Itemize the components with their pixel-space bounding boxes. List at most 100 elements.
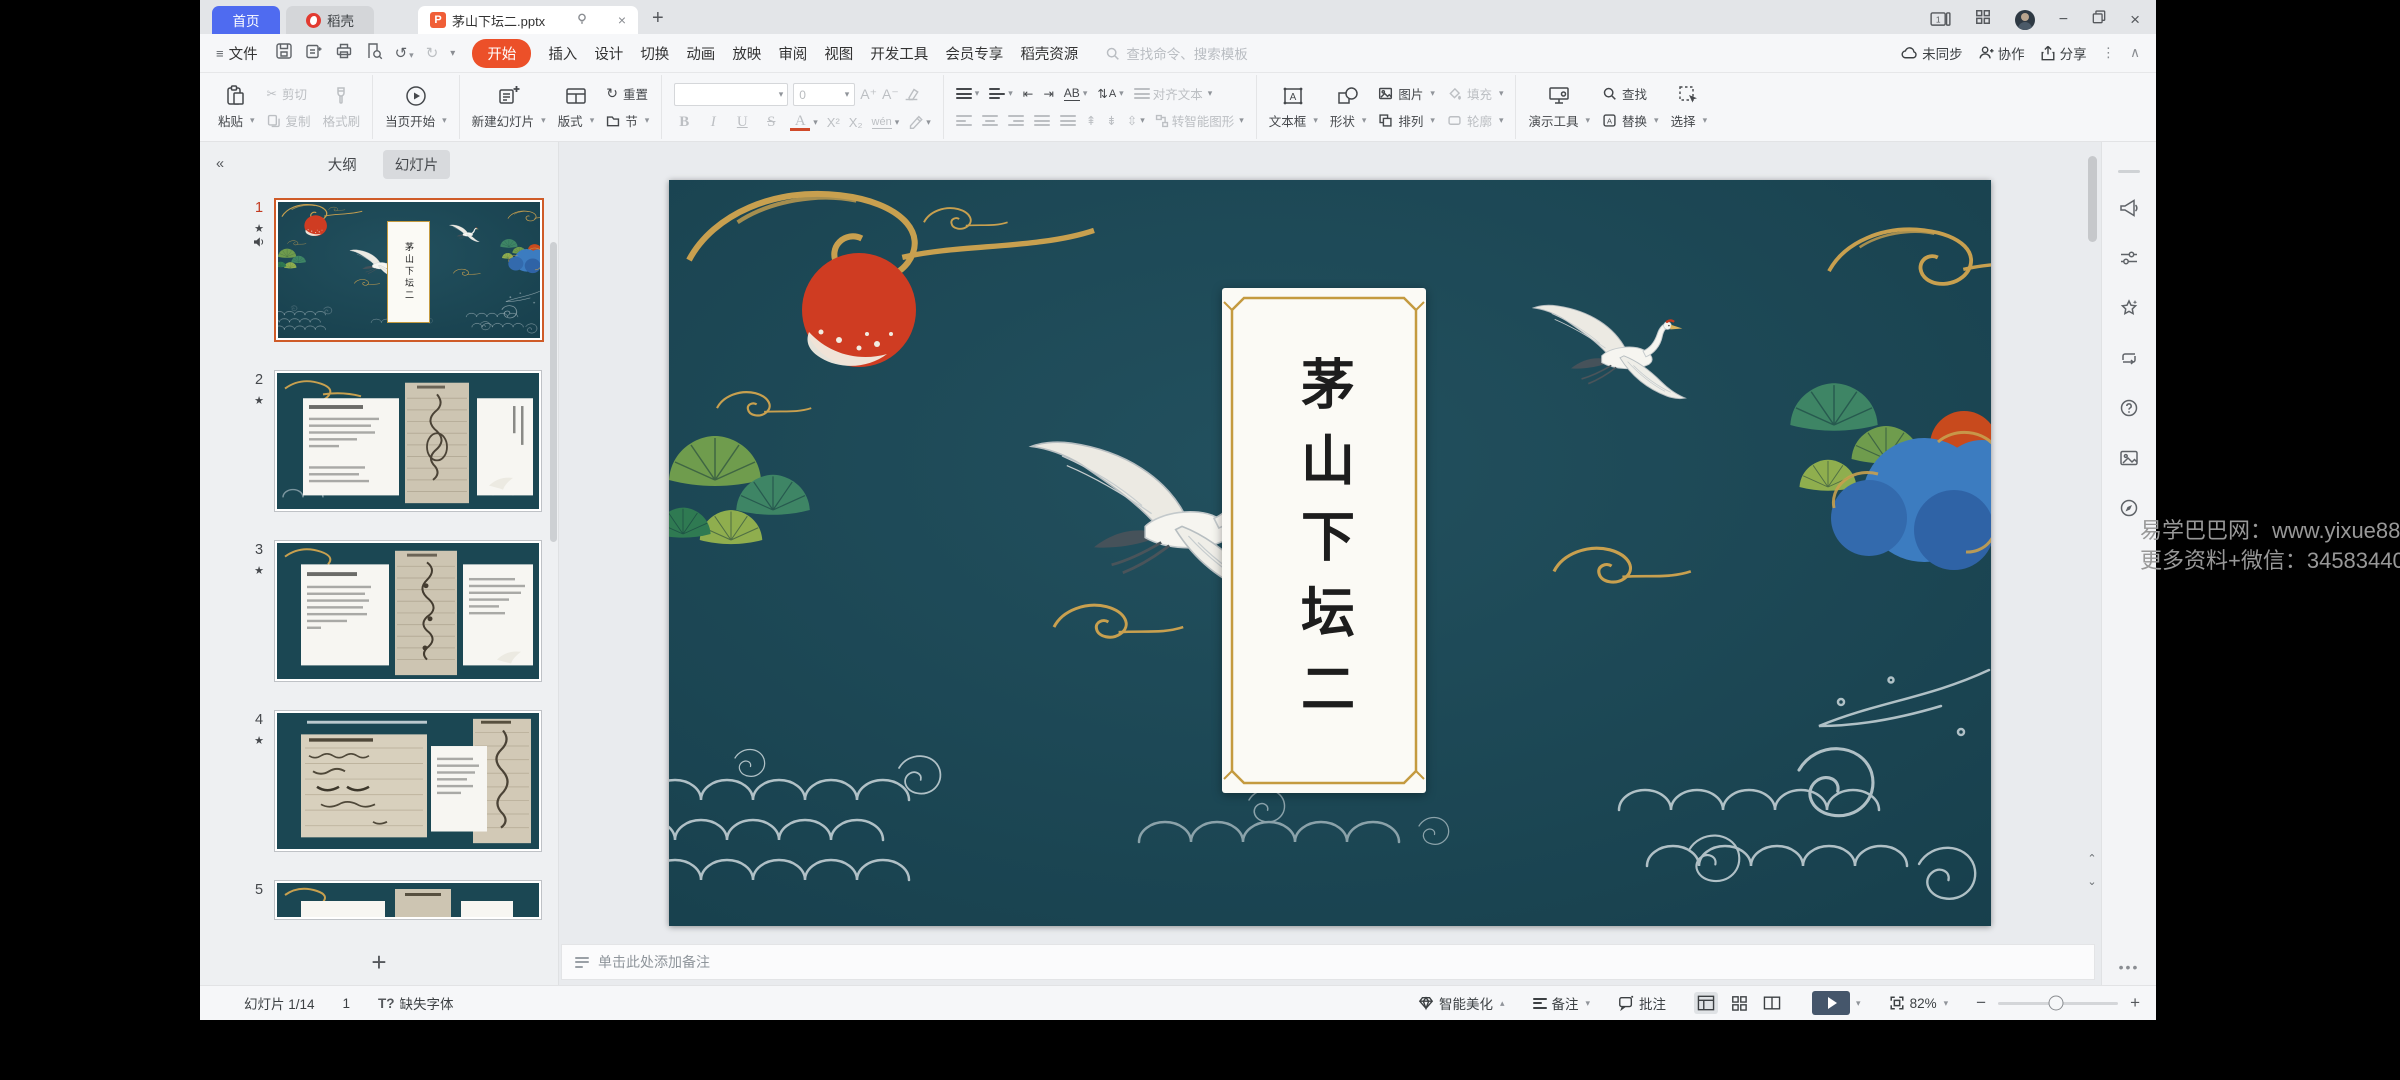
slide-canvas-region[interactable]: 茅山下坛二 ⌃ ⌄: [559, 142, 2101, 942]
copy-button[interactable]: 复制: [267, 111, 311, 130]
slide-title-frame[interactable]: 茅山下坛二: [1222, 288, 1426, 793]
beautify-star-icon[interactable]: [2119, 298, 2139, 323]
paste-button[interactable]: 粘贴▾: [218, 85, 255, 130]
compass-icon[interactable]: [2119, 498, 2139, 523]
superscript-button[interactable]: X²: [827, 115, 840, 130]
zoom-percent[interactable]: 82%: [1910, 996, 1937, 1011]
collaborate-button[interactable]: 协作: [1978, 43, 2025, 63]
font-name-dropdown[interactable]: ▾: [674, 83, 788, 106]
hanging-indent-icon[interactable]: ⇟: [1106, 113, 1116, 128]
justify-icon[interactable]: [1034, 113, 1050, 129]
minimize-button[interactable]: −: [2059, 11, 2068, 29]
print-icon[interactable]: [335, 42, 353, 64]
editor-scrollbar-thumb[interactable]: [2088, 156, 2097, 242]
menu-member[interactable]: 会员专享: [945, 43, 1003, 64]
slide-title-text[interactable]: 茅山下坛二: [1222, 288, 1426, 793]
add-slide-button[interactable]: +: [200, 939, 558, 985]
menu-transition[interactable]: 切换: [640, 43, 669, 64]
tab-slides[interactable]: 幻灯片: [383, 150, 451, 179]
tab-document[interactable]: P 茅山下坛二.pptx ×: [418, 6, 638, 34]
presentation-tools-button[interactable]: 演示工具▾: [1528, 85, 1590, 130]
select-button[interactable]: 选择▾: [1671, 85, 1708, 130]
loop-icon[interactable]: [2119, 348, 2139, 373]
reading-view-button[interactable]: [1760, 992, 1784, 1014]
cut-button[interactable]: ✂剪切: [267, 84, 311, 103]
zoom-out-button[interactable]: −: [1976, 993, 1986, 1013]
next-slide-icon[interactable]: ⌄: [2085, 875, 2099, 888]
print-preview-icon[interactable]: [365, 42, 383, 64]
to-smartart-button[interactable]: 转智能图形▾: [1155, 111, 1244, 130]
notes-bar[interactable]: 单击此处添加备注: [561, 944, 2095, 980]
user-avatar[interactable]: [2015, 10, 2035, 30]
numbered-list-button[interactable]: ▾: [989, 86, 1013, 102]
close-window-button[interactable]: ×: [2130, 10, 2140, 30]
align-text-button[interactable]: 对齐文本▾: [1134, 84, 1213, 103]
menu-view[interactable]: 视图: [824, 43, 853, 64]
shapes-button[interactable]: 形状▾: [1330, 85, 1367, 130]
customize-toolbar-icon[interactable]: ▾: [450, 48, 455, 59]
subscript-button[interactable]: X₂: [849, 115, 863, 130]
slide-canvas[interactable]: 茅山下坛二: [669, 180, 1991, 926]
missing-font-button[interactable]: T? 缺失字体: [378, 993, 454, 1013]
notes-toggle-button[interactable]: 备注▾: [1533, 993, 1591, 1013]
menu-insert[interactable]: 插入: [548, 43, 577, 64]
font-size-dropdown[interactable]: 0▾: [793, 83, 855, 106]
picture-button[interactable]: 图片▾: [1378, 84, 1435, 103]
collapse-panel-icon[interactable]: «: [216, 156, 224, 172]
vertical-spacing-button[interactable]: ⇳▾: [1127, 113, 1145, 128]
menu-review[interactable]: 审阅: [778, 43, 807, 64]
find-button[interactable]: 查找: [1602, 84, 1659, 103]
arrange-button[interactable]: 排列▾: [1378, 111, 1435, 130]
fill-button[interactable]: 填充▾: [1447, 84, 1504, 103]
decrease-font-icon[interactable]: A⁻: [882, 86, 899, 103]
slide-3-thumbnail[interactable]: [274, 540, 542, 682]
menu-docer-resources[interactable]: 稻壳资源: [1020, 43, 1078, 64]
layout-button[interactable]: 版式▾: [558, 85, 595, 130]
close-document-icon[interactable]: ×: [618, 12, 626, 28]
slide-2-thumbnail[interactable]: [274, 370, 542, 512]
thumbnail-list[interactable]: 1 ★ 茅山下坛二: [200, 186, 558, 939]
slide-sorter-view-button[interactable]: [1728, 992, 1750, 1014]
window-list-icon[interactable]: 1: [1930, 12, 1951, 27]
smart-beautify-button[interactable]: 智能美化▴: [1418, 993, 1505, 1013]
thumbnail-scrollbar[interactable]: [550, 242, 557, 542]
redo-icon[interactable]: ↻: [426, 44, 439, 62]
outline-button[interactable]: 轮廓▾: [1447, 111, 1504, 130]
zoom-slider-track[interactable]: [1998, 1002, 2118, 1005]
comments-button[interactable]: 批注: [1618, 993, 1666, 1013]
save-icon[interactable]: [275, 42, 293, 64]
align-left-icon[interactable]: [956, 113, 972, 129]
help-icon[interactable]: [2119, 398, 2139, 423]
line-spacing-button[interactable]: ⇅A▾: [1097, 86, 1123, 101]
underline-button[interactable]: U: [732, 114, 752, 131]
bullet-list-button[interactable]: ▾: [956, 86, 980, 102]
play-from-current-button[interactable]: 当页开始▾: [385, 85, 447, 130]
tab-docer[interactable]: 稻壳: [286, 6, 374, 34]
tab-outline[interactable]: 大纲: [316, 150, 369, 179]
text-box-button[interactable]: A 文本框▾: [1269, 85, 1318, 130]
replace-button[interactable]: A 替换▾: [1602, 111, 1659, 130]
text-direction-button[interactable]: AB▾: [1064, 86, 1088, 101]
menu-start-active[interactable]: 开始: [472, 39, 531, 68]
reset-button[interactable]: ↻ 重置: [606, 84, 649, 103]
strikethrough-button[interactable]: S: [761, 114, 781, 131]
share-button[interactable]: 分享: [2040, 43, 2087, 63]
rail-more-icon[interactable]: •••: [2119, 959, 2140, 975]
italic-button[interactable]: I: [703, 114, 723, 131]
bulb-icon[interactable]: [575, 12, 589, 29]
restore-button[interactable]: [2092, 10, 2106, 29]
zoom-in-button[interactable]: +: [2130, 993, 2140, 1013]
align-center-icon[interactable]: [982, 113, 998, 129]
new-tab-button[interactable]: +: [652, 7, 664, 30]
slide-5-thumbnail[interactable]: [274, 880, 542, 920]
format-painter-button[interactable]: 格式刷: [323, 85, 361, 130]
bold-button[interactable]: B: [674, 114, 694, 131]
file-menu[interactable]: ≡ 文件: [216, 43, 258, 64]
menu-slideshow[interactable]: 放映: [732, 43, 761, 64]
align-right-icon[interactable]: [1008, 113, 1024, 129]
more-options-icon[interactable]: ⋮: [2102, 45, 2116, 61]
increase-indent-icon[interactable]: ⇥: [1043, 86, 1053, 101]
collapse-ribbon-icon[interactable]: ∧: [2130, 45, 2140, 61]
font-color-button[interactable]: A▾: [790, 114, 818, 131]
play-slideshow-button[interactable]: [1812, 991, 1850, 1015]
